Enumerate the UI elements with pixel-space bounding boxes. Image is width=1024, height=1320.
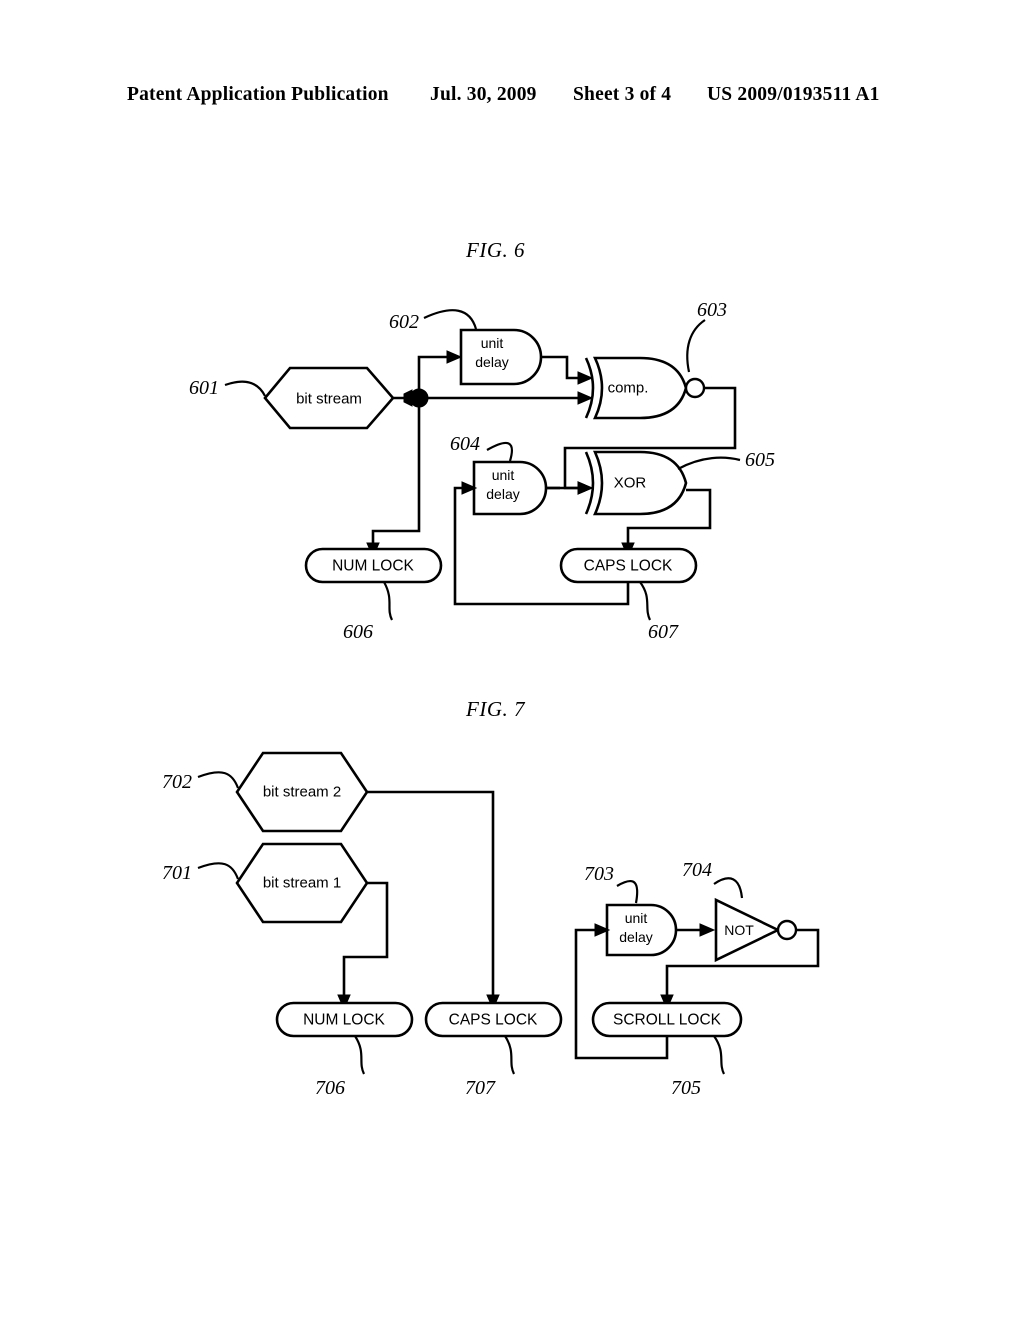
arrow-into-delay602 xyxy=(446,350,463,364)
scroll-lock-label: SCROLL LOCK xyxy=(613,1012,722,1029)
ref-605-leader xyxy=(677,456,741,470)
bit-stream-1-label: bit stream 1 xyxy=(263,875,341,892)
patent-figures-canvas: bit stream 601 unit delay 602 comp. 603 … xyxy=(162,299,820,1099)
unit-delay-604-label-line1: unit xyxy=(492,467,515,483)
arrow-into-xor-bottom xyxy=(577,481,594,495)
ref-705: 705 xyxy=(671,1077,701,1099)
unit-delay-604-label-line2: delay xyxy=(486,486,519,502)
ref-707: 707 xyxy=(465,1077,496,1099)
ref-706: 706 xyxy=(315,1077,345,1099)
patent-drawing-page: Patent Application Publication Jul. 30, … xyxy=(0,0,1024,1320)
bit-stream-2-label: bit stream 2 xyxy=(263,784,341,801)
ref-605: 605 xyxy=(745,449,775,471)
bit-stream-label: bit stream xyxy=(296,391,362,408)
ref-704-leader xyxy=(713,877,744,899)
not-gate-label: NOT xyxy=(724,922,754,938)
ref-702-leader xyxy=(197,771,240,789)
ref-603: 603 xyxy=(697,299,727,321)
ref-602-leader xyxy=(423,309,478,330)
ref-602: 602 xyxy=(389,311,419,333)
ref-702: 702 xyxy=(162,771,192,793)
unit-delay-703-label-line1: unit xyxy=(625,910,648,926)
num-lock-label-fig7: NUM LOCK xyxy=(303,1012,385,1029)
ref-706-leader xyxy=(354,1035,366,1075)
ref-604: 604 xyxy=(450,433,480,455)
unit-delay-703-label-line2: delay xyxy=(619,929,652,945)
unit-delay-602-label-line2: delay xyxy=(475,354,508,370)
signal-junction-dot xyxy=(409,388,429,408)
xor-input-bar xyxy=(584,451,595,515)
wire-delay602-to-comp xyxy=(541,355,583,380)
figure-6: bit stream 601 unit delay 602 comp. 603 … xyxy=(189,299,775,643)
ref-701: 701 xyxy=(162,862,192,884)
comparator-input-bar xyxy=(584,357,595,419)
caps-lock-label-fig7: CAPS LOCK xyxy=(449,1012,538,1029)
ref-607: 607 xyxy=(648,621,679,643)
ref-703: 703 xyxy=(584,863,614,885)
ref-606-leader xyxy=(383,581,394,621)
ref-703-leader xyxy=(616,880,639,904)
ref-705-leader xyxy=(713,1035,726,1075)
ref-701-leader xyxy=(197,862,240,880)
unit-delay-602-label-line1: unit xyxy=(481,335,504,351)
caps-lock-label: CAPS LOCK xyxy=(584,558,673,575)
ref-704: 704 xyxy=(682,859,712,881)
ref-607-leader xyxy=(639,581,652,621)
ref-707-leader xyxy=(504,1035,516,1075)
xor-label: XOR xyxy=(614,475,647,492)
wire-junction-to-numlock xyxy=(371,407,421,548)
ref-601: 601 xyxy=(189,377,219,399)
arrow-into-comp-top xyxy=(577,371,594,385)
arrow-into-not xyxy=(699,923,716,937)
figure-7: bit stream 2 702 bit stream 1 701 unit d… xyxy=(162,751,820,1099)
num-lock-label: NUM LOCK xyxy=(332,558,414,575)
ref-601-leader xyxy=(224,380,266,397)
arrow-into-comp-bottom xyxy=(577,391,594,405)
not-gate-invert-bubble xyxy=(776,919,798,941)
comparator-invert-bubble xyxy=(684,377,706,399)
ref-603-leader xyxy=(686,319,706,373)
comparator-label: comp. xyxy=(608,380,649,397)
ref-606: 606 xyxy=(343,621,373,643)
ref-604-leader xyxy=(486,441,513,462)
